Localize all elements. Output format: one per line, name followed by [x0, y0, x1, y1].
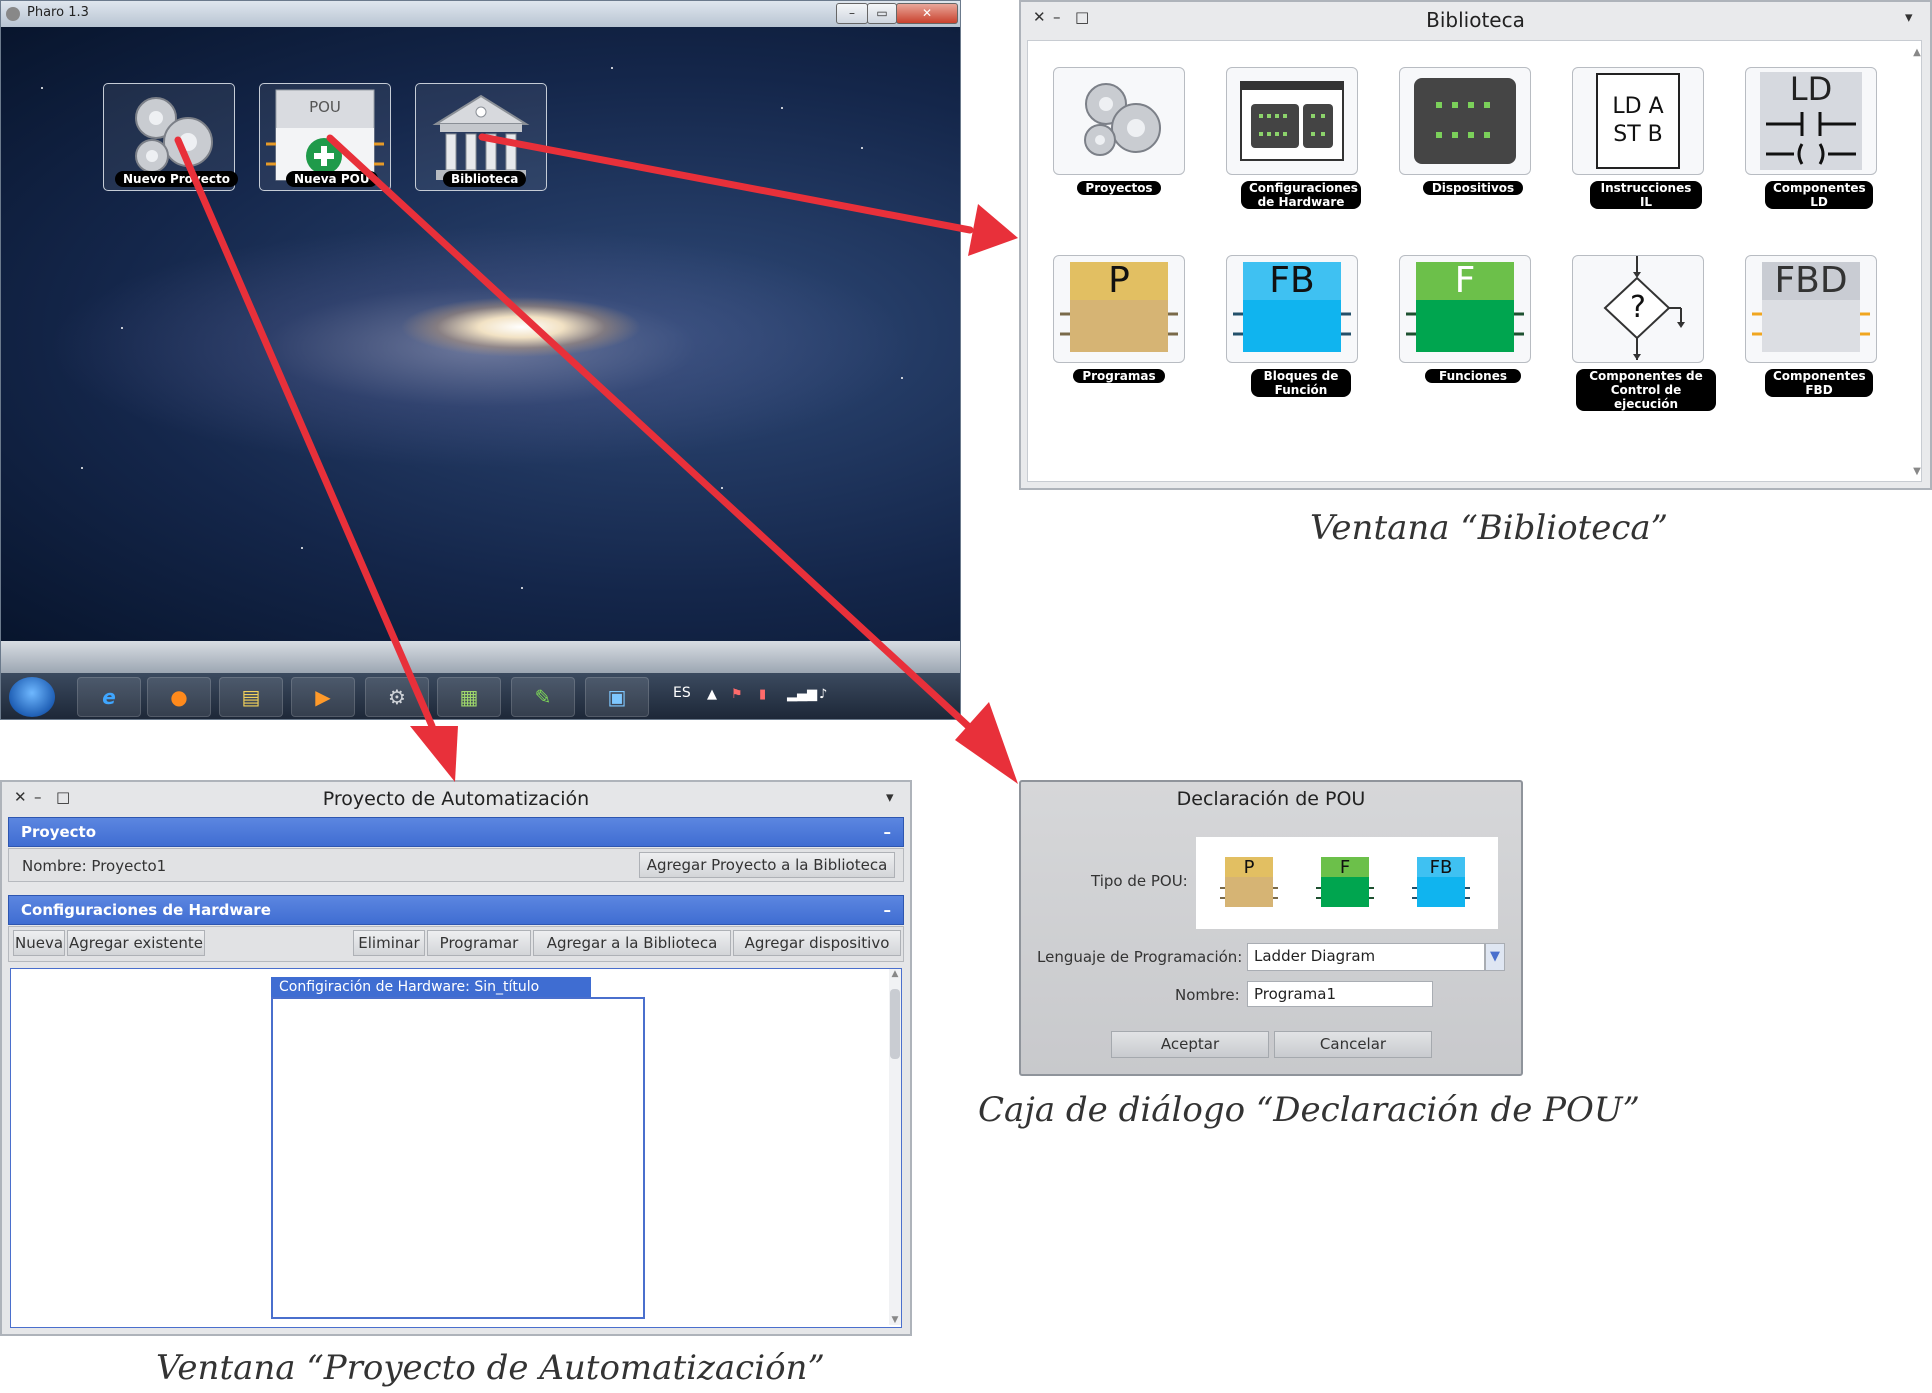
- arrow-to-proyecto: [174, 136, 436, 730]
- arrow-to-pou: [326, 134, 972, 730]
- arrowhead-pou: [955, 702, 1018, 784]
- annotation-arrows: [174, 133, 1018, 784]
- arrow-to-biblioteca: [478, 133, 974, 234]
- arrowhead-biblioteca: [968, 204, 1018, 256]
- arrowhead-proyecto: [410, 726, 458, 782]
